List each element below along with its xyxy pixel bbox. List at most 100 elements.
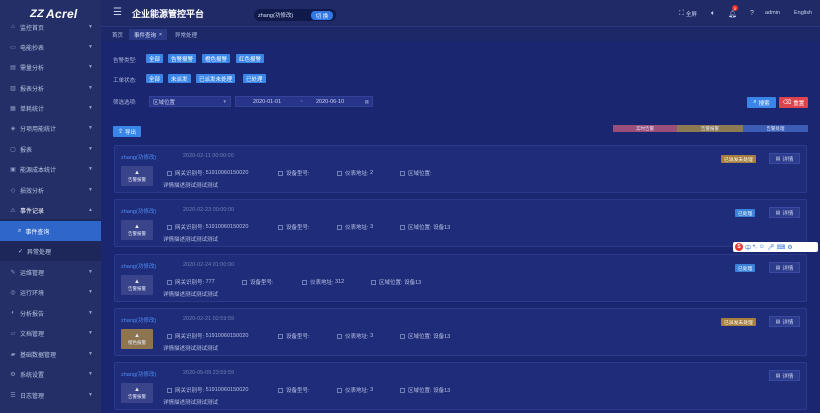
gateway-icon xyxy=(167,279,172,285)
sidebar-item[interactable]: ▣ 能源成本统计 ▼ xyxy=(0,159,101,179)
sidebar-item[interactable]: ⌂ 监控首页 ▼ xyxy=(0,17,101,37)
event-description: 详情描述测试测试测试 xyxy=(163,237,219,243)
status-badge: 已处理 xyxy=(735,209,756,217)
region-field: 区域位置: 设备13 xyxy=(400,386,450,394)
sidebar-item[interactable]: ▭ 电能抄表 ▼ xyxy=(0,37,101,57)
event-user[interactable]: zhang(功修改) xyxy=(121,370,156,378)
meter-icon xyxy=(337,224,342,230)
event-time: 2020-02-24 01:00:00 xyxy=(183,262,235,268)
filter-status-undispatched[interactable]: 未派发 xyxy=(168,74,191,83)
ime-toolbar[interactable]: S 中 •, ☺ 🎤︎ ⌨︎ ⚙︎ xyxy=(733,242,818,252)
folder-icon: ▱ xyxy=(10,330,16,337)
sidebar-item[interactable]: ▦ 单耗统计 ▼ xyxy=(0,98,101,118)
sidebar-item-label: 分析报告 xyxy=(20,311,45,318)
search-button[interactable]: ⌕ 搜索 xyxy=(747,97,776,108)
detail-button[interactable]: ▤ 详情 xyxy=(769,153,800,164)
alarm-type-badge: ▲ 告警报警 xyxy=(121,166,153,186)
detail-button[interactable]: ▤ 详情 xyxy=(769,262,800,273)
region-placeholder: 区域位置 xyxy=(153,99,176,106)
filter-alarm-normal[interactable]: 告警报警 xyxy=(168,54,197,63)
field-value: 51910060150020 xyxy=(205,224,249,230)
sidebar-item[interactable]: ▰ 基础数据管理 ▼ xyxy=(0,344,101,364)
filter-alarm-orange[interactable]: 橙色报警 xyxy=(202,54,231,63)
sidebar-item[interactable]: ◐ 分析报告 ▼ xyxy=(0,303,101,323)
fullscreen-button[interactable]: ⛶ 全屏 xyxy=(679,10,697,18)
sidebar-item[interactable]: ⚠ 事件记录 ▲ xyxy=(0,200,101,220)
device-field: 设备型号: xyxy=(242,278,275,286)
alarm-type-badge: ▲ 告警报警 xyxy=(121,383,153,403)
close-icon[interactable]: × xyxy=(159,32,162,38)
menu-toggle-icon[interactable]: ☰ xyxy=(113,7,122,18)
sidebar-item-label: 报表分析 xyxy=(20,86,45,93)
tab-exception[interactable]: 异常处理 xyxy=(170,29,202,40)
event-user[interactable]: zhang(功修改) xyxy=(121,316,156,324)
detail-label: 详情 xyxy=(782,373,794,380)
chevron-down-icon: ▼ xyxy=(88,289,93,295)
sidebar-item[interactable]: ▱ 文档管理 ▼ xyxy=(0,323,101,343)
sidebar-item[interactable]: ✎ 运维管理 ▼ xyxy=(0,262,101,282)
alarm-type-label: 橙色报警 xyxy=(128,339,146,345)
sidebar-item[interactable]: ◎ 运行环境 ▼ xyxy=(0,282,101,302)
export-button[interactable]: ⇪ 导出 xyxy=(113,126,141,137)
chevron-down-icon: ▼ xyxy=(88,105,93,111)
event-time: 2020-02-23 00:00:00 xyxy=(183,207,235,213)
filter-alarm-red[interactable]: 红色报警 xyxy=(236,54,265,63)
sidebar-item[interactable]: ⚙ 系统设置 ▼ xyxy=(0,364,101,384)
detail-icon: ▤ xyxy=(775,209,781,216)
help-button[interactable]: ? xyxy=(750,10,756,17)
detail-button[interactable]: ▤ 详情 xyxy=(769,316,800,327)
alarm-icon: ▲ xyxy=(134,169,140,176)
sidebar-item[interactable]: ▢ 报表 ▼ xyxy=(0,139,101,159)
event-user[interactable]: zhang(功修改) xyxy=(121,207,156,215)
field-label: 设备型号: xyxy=(286,388,310,394)
filter-status-pending[interactable]: 已派发未处理 xyxy=(196,74,236,83)
tab-home[interactable]: 首页 xyxy=(107,29,128,40)
field-label: 网关识别号: xyxy=(175,225,205,231)
event-user[interactable]: zhang(功修改) xyxy=(121,262,156,270)
location-icon xyxy=(371,279,376,285)
reset-button[interactable]: ⌫ 重置 xyxy=(779,97,808,108)
language-switch[interactable]: English xyxy=(794,10,812,16)
status-badge: 已派发未处理 xyxy=(721,318,756,326)
language-label: English xyxy=(794,10,813,16)
sidebar-item[interactable]: ◈ 分项用能统计 ▼ xyxy=(0,118,101,138)
sidebar-item-label: 损效分析 xyxy=(20,188,45,195)
detail-button[interactable]: ▤ 详情 xyxy=(769,207,800,218)
date-end: 2020-06-10 xyxy=(316,98,345,105)
tab-event-query[interactable]: 事件查询 × xyxy=(129,29,167,40)
sidebar-item[interactable]: ▥ 报表分析 ▼ xyxy=(0,78,101,98)
location-icon xyxy=(400,387,405,393)
field-label: 区域位置: xyxy=(408,225,432,231)
gateway-field: 网关识别号: 51910060150020 xyxy=(167,169,248,177)
alarm-icon: ▲ xyxy=(134,223,140,230)
region-select[interactable]: 区域位置 ▼ xyxy=(149,96,231,107)
filter-status-all[interactable]: 全部 xyxy=(146,74,164,83)
chevron-down-icon: ▼ xyxy=(88,24,93,30)
sound-button[interactable]: 🔈︎ xyxy=(711,10,717,18)
filter-status-done[interactable]: 已处理 xyxy=(243,74,266,83)
log-icon: ☰ xyxy=(10,392,16,399)
account-label: admin xyxy=(765,10,780,16)
region-field: 区域位置: xyxy=(400,169,433,177)
sidebar-item[interactable]: ▤ 需量分析 ▼ xyxy=(0,57,101,77)
filter-alarm-all[interactable]: 全部 xyxy=(146,54,164,63)
sidebar-item[interactable]: ☰ 日志管理 ▼ xyxy=(0,385,101,405)
field-label: 仪表地址: xyxy=(345,225,369,231)
date-range-picker[interactable]: 2020-01-01 ~ 2020-06-10 ▦ xyxy=(235,96,373,107)
detail-label: 详情 xyxy=(782,156,794,163)
check-icon: ✓ xyxy=(18,248,24,255)
current-user: zhang(功修改) xyxy=(258,13,294,19)
field-label: 仪表地址: xyxy=(345,388,369,394)
switch-button[interactable]: 切 换 xyxy=(311,11,333,20)
account-menu[interactable]: admin xyxy=(765,10,780,16)
sidebar-item[interactable]: ◇ 损效分析 ▼ xyxy=(0,180,101,200)
event-user[interactable]: zhang(功修改) xyxy=(121,153,156,161)
device-icon xyxy=(278,387,283,393)
detail-button[interactable]: ▤ 详情 xyxy=(769,370,800,381)
field-label: 区域位置: xyxy=(379,280,403,286)
sidebar-item-label: 运维管理 xyxy=(20,270,45,277)
sidebar-subitem[interactable]: ⌕ 事件查询 xyxy=(0,221,101,241)
alarm-type-label: 告警报警 xyxy=(128,393,146,399)
sidebar-subitem[interactable]: ✓ 异常处理 xyxy=(0,241,101,261)
notification-button[interactable]: 🔔︎ 0 xyxy=(728,5,739,18)
